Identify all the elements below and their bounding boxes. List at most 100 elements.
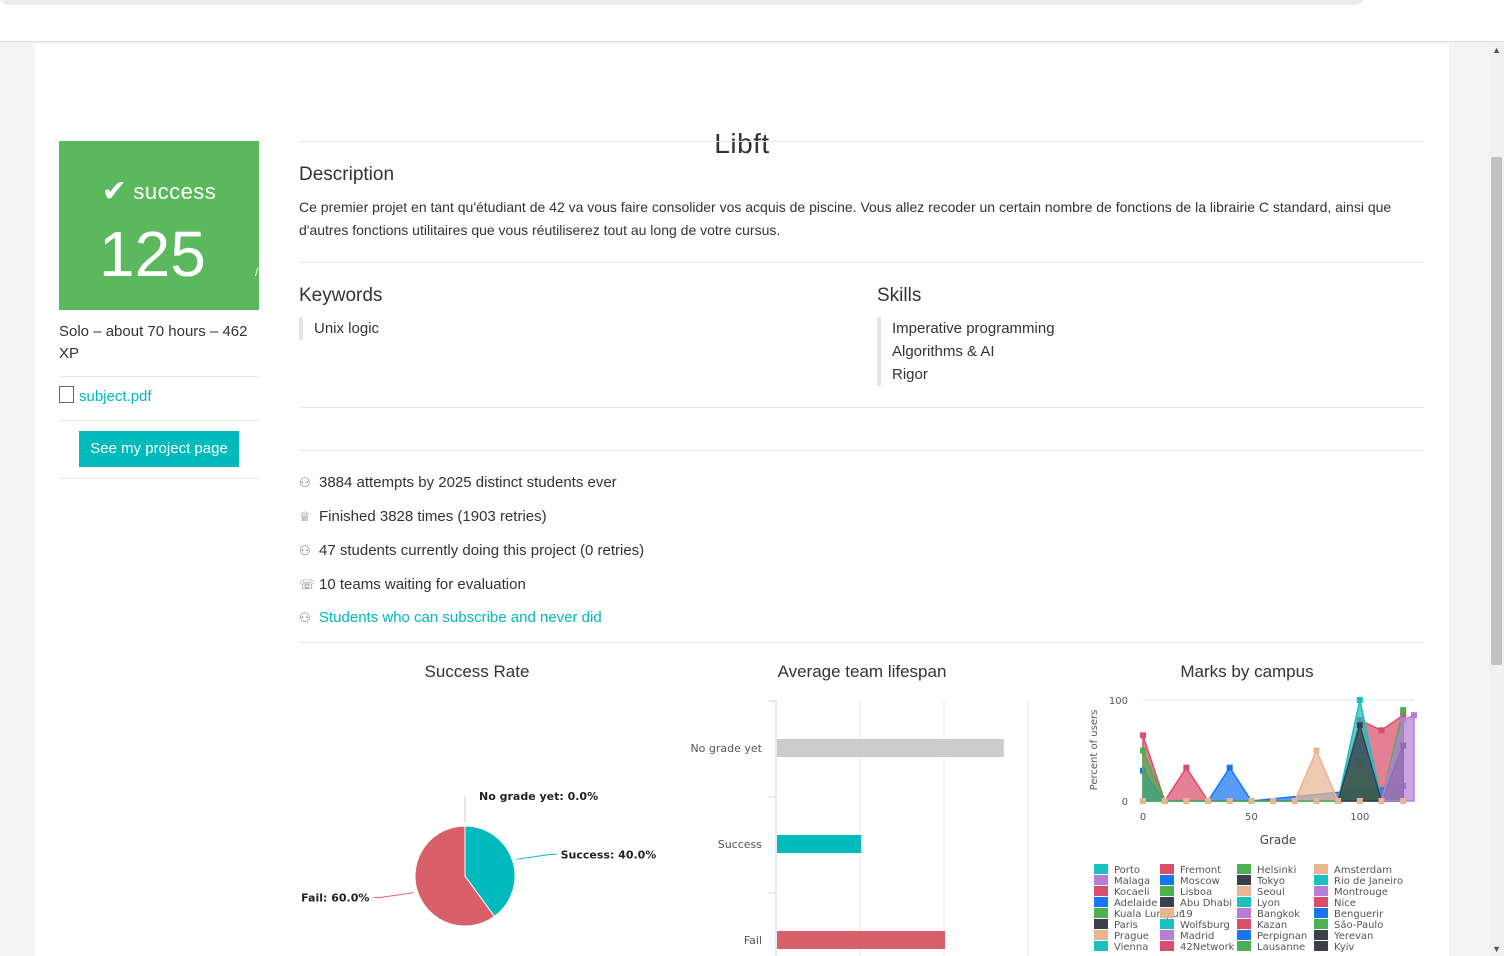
data-point [1226,798,1233,804]
skill-item: Imperative programming [892,320,1055,337]
legend-swatch [1160,886,1174,896]
data-point [1356,722,1363,729]
pie-label-connector [516,853,557,860]
grade-score: 125 [99,218,206,290]
user-clock-icon: ⚇ [299,543,311,558]
data-point [1400,707,1407,714]
subject-link-label[interactable]: subject.pdf [79,388,152,405]
stat-attempts-text: 3884 attempts by 2025 distinct students … [319,474,617,491]
legend-item: Seoul [1257,887,1285,898]
subject-link[interactable]: subject.pdf [59,386,152,405]
legend-swatch [1237,886,1251,896]
y-tick-label: 100 [1109,696,1128,707]
data-point [1378,727,1385,734]
legend-item: Perpignan [1257,931,1307,942]
legend-swatch [1094,930,1108,940]
grade-max: /100 [255,265,279,279]
bar [777,931,945,949]
legend-swatch [1094,908,1108,918]
stat-attempts: ⚇ 3884 attempts by 2025 distinct students… [299,474,617,491]
legend-item: Madrid [1180,931,1214,942]
legend-swatch [1314,919,1328,929]
legend-item: Malaga [1114,876,1150,887]
grade-box: ✔ success 125 /100 [59,141,278,310]
project-page-button[interactable]: See my project page [79,431,239,467]
scroll-down-arrow-icon[interactable]: ▼ [1492,944,1501,954]
legend-swatch [1160,908,1174,918]
data-point [1291,798,1298,804]
pie-data-label: No grade yet: 0.0% [479,790,598,803]
divider [299,262,1424,263]
legend-swatch [1160,864,1174,874]
scrollbar-thumb[interactable] [1491,157,1502,665]
top-search-strip[interactable] [0,0,1364,5]
data-point [1140,732,1146,739]
bar [777,739,1004,757]
divider [299,450,1424,451]
data-point [1313,798,1320,804]
legend-item: Abu Dhabi [1180,898,1232,909]
data-point [1161,798,1168,804]
team-lifespan-chart: No grade yet Success Fail [690,700,1029,956]
data-point [1226,764,1233,771]
data-point [1140,798,1146,804]
legend-item: Lisboa [1180,887,1212,898]
legend-item: Fremont [1180,865,1221,876]
subscribe-link[interactable]: ⚇ Students who can subscribe and never di… [299,609,602,626]
data-point [1140,747,1146,754]
document-icon [59,386,74,403]
legend-swatch [1237,897,1251,907]
legend-swatch [1094,897,1108,907]
legend-item: São-Paulo [1334,920,1383,931]
x-axis-label: Grade [1260,833,1297,847]
legend-item: Bangkok [1257,909,1300,920]
chart-title-marks: Marks by campus [1180,662,1314,681]
legend-item: Helsinki [1257,865,1296,876]
scroll-up-arrow-icon[interactable]: ▲ [1492,45,1501,55]
success-rate-chart: No grade yet: 0.0% Success: 40.0% Fail: 60… [301,790,656,927]
subscribe-link-text[interactable]: Students who can subscribe and never did [319,609,602,626]
data-point [1205,798,1212,804]
legend-item: Kocaeli [1114,887,1150,898]
stat-current-text: 47 students currently doing this project… [319,542,645,559]
legend-item: Vienna [1114,942,1148,953]
legend-item: Paris [1114,920,1138,931]
legend-item: Yerevan [1333,931,1373,942]
divider [299,407,1424,408]
legend-item: Nice [1334,898,1356,909]
data-point [1411,712,1417,719]
data-point [1183,764,1190,771]
chart-title-lifespan: Average team lifespan [777,662,947,681]
legend-swatch [1237,930,1251,940]
data-point [1183,798,1190,804]
divider [299,642,1424,643]
data-point [1356,798,1363,804]
x-tick-label: 100 [1350,812,1369,823]
check-icon: ✔ [101,175,128,208]
data-point [1248,798,1255,804]
user-icon: ⚇ [299,610,311,625]
x-tick-label: 50 [1245,812,1258,823]
legend-item: Kyiv [1334,942,1355,953]
legend-item: Montrouge [1334,887,1388,898]
y-tick-label: 0 [1122,797,1128,808]
legend-swatch [1314,930,1328,940]
legend-item: Porto [1114,865,1140,876]
legend-item: Lyon [1257,898,1280,909]
legend-swatch [1314,875,1328,885]
legend-swatch [1160,930,1174,940]
legend-item: Lausanne [1257,942,1305,953]
marks-by-campus-chart: 0 100 0 50 100 Grade Percent of users Porto Frem… [1089,696,1417,953]
data-point [1335,798,1342,804]
data-point [1378,798,1385,804]
stat-finished-text: Finished 3828 times (1903 retries) [319,508,547,525]
keyword-item: Unix logic [314,320,380,337]
y-tick-label: Fail [744,934,762,947]
legend-swatch [1237,919,1251,929]
legend-item: Tokyo [1256,876,1285,887]
scrollbar[interactable] [1489,42,1504,956]
legend-swatch [1094,886,1108,896]
skills-heading: Skills [877,285,922,306]
legend-swatch [1094,919,1108,929]
x-tick-label: 0 [1140,812,1146,823]
